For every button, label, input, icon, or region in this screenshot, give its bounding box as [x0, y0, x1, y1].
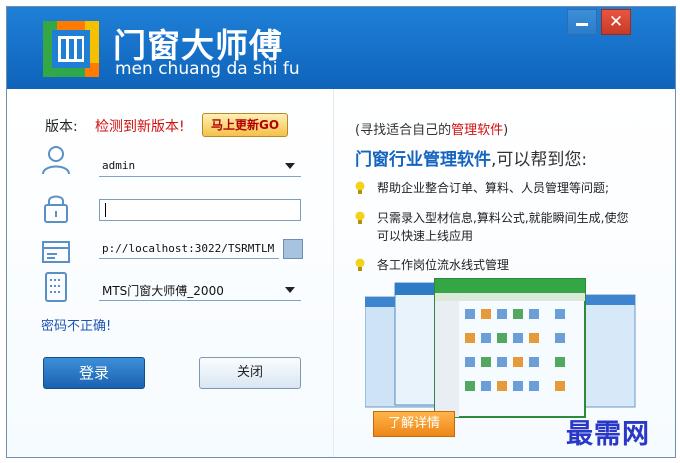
- server-icon: [42, 241, 70, 263]
- promo-tagline-suffix: ): [503, 123, 509, 138]
- feature-item: 只需录入型材信息,算料公式,就能瞬间生成,使您可以快速上线应用: [377, 211, 629, 243]
- username-dropdown-icon[interactable]: [285, 163, 295, 169]
- watermark: 最需网: [566, 419, 650, 450]
- password-input[interactable]: [99, 199, 301, 221]
- bulb-icon: [355, 258, 365, 271]
- promo-heading-highlight: 门窗行业管理软件: [355, 150, 491, 170]
- user-icon: [42, 146, 70, 175]
- new-version-message: 检测到新版本!: [95, 119, 185, 135]
- promo-tagline-highlight: 管理软件: [451, 123, 504, 138]
- title-bar: 门窗大师傅 men chuang da shi fu ✕: [7, 7, 675, 89]
- promo-tagline-prefix: (寻找适合自己的: [355, 123, 452, 138]
- software-screenshots: [365, 278, 636, 418]
- feature-item: 各工作岗位流水线式管理: [377, 258, 510, 272]
- database-icon: [45, 272, 67, 302]
- server-underline: [99, 258, 279, 259]
- version-label: 版本:: [45, 119, 78, 135]
- login-button[interactable]: 登录: [43, 357, 145, 389]
- database-underline: [99, 300, 301, 301]
- minimize-button[interactable]: [567, 9, 597, 35]
- window-close-button[interactable]: ✕: [601, 9, 631, 35]
- username-field[interactable]: admin: [102, 159, 135, 172]
- username-underline: [99, 176, 301, 177]
- update-now-button[interactable]: 马上更新GO: [202, 113, 288, 137]
- promo-heading: 门窗行业管理软件,可以帮到您:: [355, 145, 587, 170]
- server-address-field[interactable]: p://localhost:3022/TSRMTLM: [102, 242, 274, 255]
- promo-tagline: (寻找适合自己的管理软件): [355, 119, 508, 138]
- close-button[interactable]: 关闭: [199, 357, 301, 389]
- login-window: 门窗大师傅 men chuang da shi fu ✕ 版本: 检测到新版本!…: [6, 6, 676, 458]
- bulb-icon: [355, 211, 365, 224]
- login-panel: 版本: 检测到新版本! 马上更新GO admin p://localhost:3…: [7, 89, 675, 457]
- lock-icon: [44, 195, 68, 223]
- app-logo-icon: [43, 21, 99, 77]
- feature-item: 帮助企业整合订单、算料、人员管理等问题;: [377, 181, 610, 195]
- bulb-icon: [355, 181, 365, 194]
- app-subtitle: men chuang da shi fu: [115, 59, 300, 79]
- text-caret: [105, 203, 106, 217]
- database-dropdown-icon[interactable]: [285, 287, 295, 293]
- minimize-icon: [576, 23, 588, 26]
- learn-more-button[interactable]: 了解详情: [373, 411, 455, 437]
- promo-heading-suffix: ,可以帮到您:: [491, 150, 588, 170]
- panel-divider: [333, 89, 334, 457]
- error-message: 密码不正确!: [41, 319, 112, 334]
- database-field[interactable]: MTS门窗大师傅_2000: [102, 282, 224, 299]
- server-settings-button[interactable]: [283, 239, 303, 259]
